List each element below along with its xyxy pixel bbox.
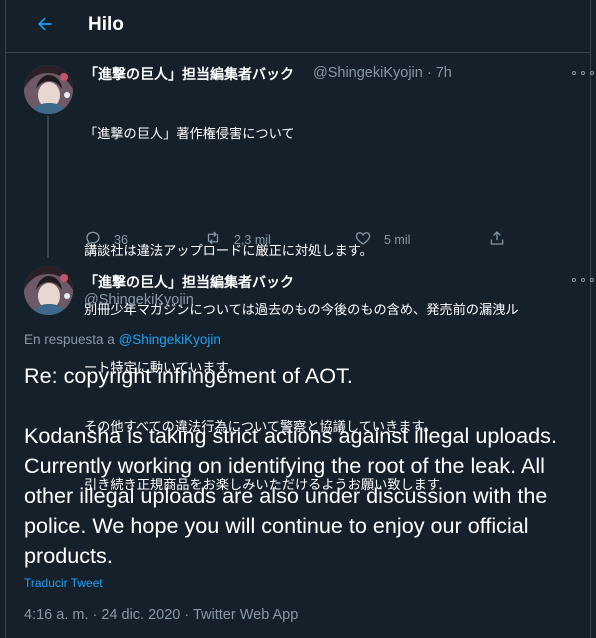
frame-border-right	[590, 0, 591, 638]
share-button[interactable]	[488, 229, 518, 250]
tweet1-line	[84, 184, 519, 204]
tweet1-display-name[interactable]: 「進撃の巨人」担当編集者バック	[84, 64, 294, 84]
like-button[interactable]: 5 mil	[354, 229, 410, 250]
share-icon	[488, 229, 518, 250]
tweet2-text-body: Kodansha is taking strict actions agains…	[24, 423, 557, 568]
page-title: Hilo	[88, 14, 124, 35]
reply-button[interactable]: 36	[84, 229, 128, 250]
tweet2-text-title: Re: copyright infringement of AOT.	[24, 363, 353, 388]
avatar[interactable]	[24, 266, 73, 315]
reply-prefix: En respuesta a	[24, 332, 115, 347]
translate-tweet-link[interactable]: Traducir Tweet	[24, 576, 103, 590]
thread-header: Hilo	[6, 0, 590, 53]
retweet-icon	[204, 229, 234, 250]
retweet-button[interactable]: 2,3 mil	[204, 229, 271, 250]
frame-border-left	[5, 0, 6, 638]
tweet1-time[interactable]: 7h	[436, 65, 452, 81]
reply-context: En respuesta a @ShingekiKyojin	[24, 332, 221, 347]
reply-mention-link[interactable]: @ShingekiKyojin	[119, 332, 221, 347]
reply-count: 36	[114, 232, 128, 247]
like-count: 5 mil	[384, 232, 411, 247]
arrow-left-icon	[35, 14, 55, 38]
more-dots-icon[interactable]	[572, 66, 594, 80]
meta-separator: ·	[422, 65, 436, 81]
tweet2-handle[interactable]: @ShingekiKyojin	[84, 292, 194, 308]
retweet-count: 2,3 mil	[234, 232, 271, 247]
tweet1-handle[interactable]: @ShingekiKyojin	[313, 65, 423, 81]
heart-icon	[354, 229, 384, 250]
thread-connector-line	[47, 116, 49, 258]
tweet1-meta: @ShingekiKyojin · 7h	[313, 65, 452, 81]
comment-icon	[84, 229, 114, 250]
tweet1-line: 「進撃の巨人」著作権侵害について	[84, 127, 295, 142]
tweet2-display-name[interactable]: 「進撃の巨人」担当編集者バック	[84, 272, 294, 292]
more-dots-icon[interactable]	[572, 273, 594, 287]
tweet1-line: 講談社は違法アップロードに厳正に対処します。	[84, 244, 373, 259]
tweet2-text: Re: copyright infringement of AOT. Kodan…	[24, 361, 590, 571]
avatar[interactable]	[24, 65, 73, 114]
back-button[interactable]	[28, 11, 62, 41]
tweet-timestamp[interactable]: 4:16 a. m. · 24 dic. 2020 · Twitter Web …	[24, 607, 298, 623]
